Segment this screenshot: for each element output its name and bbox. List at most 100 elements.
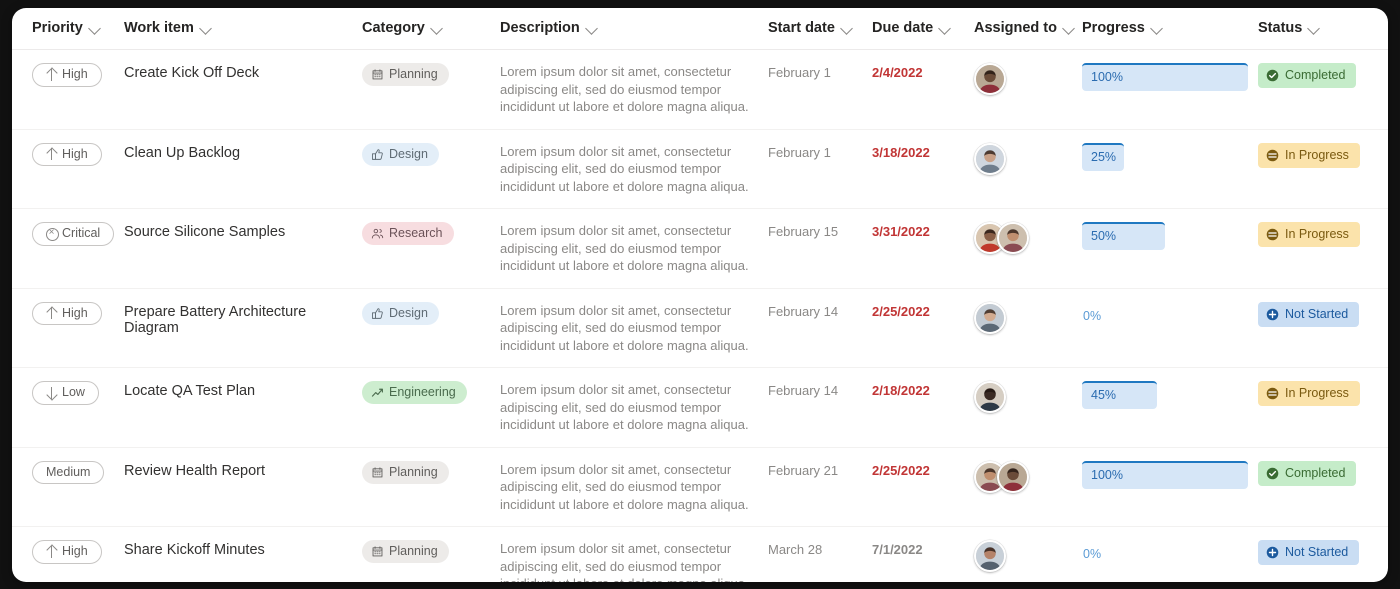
status-badge[interactable]: Not Started (1258, 540, 1359, 565)
column-header-category[interactable]: Category (362, 8, 500, 50)
cell-priority: High (12, 288, 124, 368)
category-tag[interactable]: Planning (362, 63, 449, 86)
half-circle-icon (1266, 228, 1279, 241)
table-row[interactable]: HighCreate Kick Off DeckPlanningLorem ip… (12, 50, 1388, 130)
priority-pill[interactable]: Low (32, 381, 99, 405)
column-header-wrap: Priority (32, 20, 101, 36)
progress-bar[interactable]: 45% (1082, 381, 1248, 411)
progress-bar[interactable]: 50% (1082, 222, 1248, 252)
category-tag[interactable]: Research (362, 222, 454, 245)
chevron-down-icon[interactable] (940, 23, 951, 34)
work-item-title[interactable]: Prepare Battery Architecture Diagram (124, 302, 352, 336)
progress-bar[interactable]: 100% (1082, 461, 1248, 491)
cell-start-date: February 1 (768, 50, 872, 130)
column-header-assignedto[interactable]: Assigned to (974, 8, 1082, 50)
chevron-down-icon[interactable] (90, 23, 101, 34)
cell-due-date: 2/25/2022 (872, 288, 974, 368)
category-label: Design (389, 306, 428, 321)
category-tag[interactable]: Engineering (362, 381, 467, 404)
priority-pill[interactable]: Medium (32, 461, 104, 485)
avatar-group (974, 381, 1072, 413)
progress-bar[interactable]: 0% (1082, 302, 1248, 332)
progress-label: 25% (1091, 151, 1116, 164)
avatar[interactable] (974, 302, 1006, 334)
chevron-down-icon[interactable] (1064, 23, 1075, 34)
cell-due-date: 3/18/2022 (872, 129, 974, 209)
work-item-title[interactable]: Create Kick Off Deck (124, 63, 352, 81)
avatar[interactable] (974, 381, 1006, 413)
status-badge[interactable]: In Progress (1258, 222, 1360, 247)
priority-pill[interactable]: High (32, 143, 102, 167)
column-header-startdate[interactable]: Start date (768, 8, 872, 50)
priority-label: High (62, 148, 88, 162)
priority-pill[interactable]: High (32, 540, 102, 564)
column-header-workitem[interactable]: Work item (124, 8, 362, 50)
work-item-title[interactable]: Source Silicone Samples (124, 222, 352, 240)
priority-label: Medium (46, 466, 90, 480)
work-item-title[interactable]: Review Health Report (124, 461, 352, 479)
column-header-duedate[interactable]: Due date (872, 8, 974, 50)
start-date-text: February 14 (768, 381, 862, 398)
column-header-status[interactable]: Status (1258, 8, 1388, 50)
status-badge[interactable]: Completed (1258, 461, 1356, 486)
progress-bar[interactable]: 25% (1082, 143, 1248, 173)
chevron-down-icon[interactable] (587, 23, 598, 34)
avatar[interactable] (997, 222, 1029, 254)
priority-pill[interactable]: High (32, 302, 102, 326)
work-item-title[interactable]: Share Kickoff Minutes (124, 540, 352, 558)
calendar-icon (371, 466, 384, 479)
cell-assigned-to (974, 447, 1082, 527)
due-date-text: 2/4/2022 (872, 63, 964, 80)
chevron-down-icon[interactable] (201, 23, 212, 34)
description-text: Lorem ipsum dolor sit amet, consectetur … (500, 540, 758, 582)
cell-description: Lorem ipsum dolor sit amet, consectetur … (500, 288, 768, 368)
table-row[interactable]: High Share Kickoff Minutes Planning Lorem i… (12, 527, 1388, 583)
progress-label: 100% (1091, 71, 1123, 84)
category-tag[interactable]: Planning (362, 461, 449, 484)
category-tag[interactable]: Design (362, 143, 439, 166)
cell-progress: 0% (1082, 288, 1258, 368)
cell-start-date: March 28 (768, 527, 872, 583)
status-badge[interactable]: Not Started (1258, 302, 1359, 327)
column-header-wrap: Description (500, 20, 598, 36)
avatar[interactable] (974, 63, 1006, 95)
table-row[interactable]: MediumReview Health ReportPlanningLorem … (12, 447, 1388, 527)
status-badge[interactable]: Completed (1258, 63, 1356, 88)
table-row[interactable]: High Prepare Battery Architecture Diagram… (12, 288, 1388, 368)
avatar[interactable] (974, 540, 1006, 572)
work-item-title[interactable]: Locate QA Test Plan (124, 381, 352, 399)
priority-pill[interactable]: Critical (32, 222, 114, 246)
status-badge[interactable]: In Progress (1258, 143, 1360, 168)
category-tag[interactable]: Design (362, 302, 439, 325)
table-row[interactable]: CriticalSource Silicone SamplesResearchL… (12, 209, 1388, 289)
cell-priority: High (12, 129, 124, 209)
due-date-text: 2/25/2022 (872, 302, 964, 319)
avatar[interactable] (974, 143, 1006, 175)
column-header-priority[interactable]: Priority (12, 8, 124, 50)
table-row[interactable]: HighClean Up BacklogDesignLorem ipsum do… (12, 129, 1388, 209)
start-date-text: February 15 (768, 222, 862, 239)
progress-bar[interactable]: 0% (1082, 540, 1248, 570)
start-date-text: February 1 (768, 143, 862, 160)
cell-work-item: Clean Up Backlog (124, 129, 362, 209)
avatar[interactable] (997, 461, 1029, 493)
column-header-progress[interactable]: Progress (1082, 8, 1258, 50)
chevron-down-icon[interactable] (842, 23, 853, 34)
column-header-description[interactable]: Description (500, 8, 768, 50)
table-row[interactable]: Low Locate QA Test Plan Engineering Lorem i… (12, 368, 1388, 448)
category-tag[interactable]: Planning (362, 540, 449, 563)
chevron-down-icon[interactable] (432, 23, 443, 34)
priority-pill[interactable]: High (32, 63, 102, 87)
status-badge[interactable]: In Progress (1258, 381, 1360, 406)
cell-start-date: February 14 (768, 288, 872, 368)
due-date-text: 3/18/2022 (872, 143, 964, 160)
arrow-up-icon (46, 546, 57, 558)
work-item-title[interactable]: Clean Up Backlog (124, 143, 352, 161)
chevron-down-icon[interactable] (1309, 23, 1320, 34)
start-date-text: February 14 (768, 302, 862, 319)
chevron-down-icon[interactable] (1152, 23, 1163, 34)
cell-progress: 100% (1082, 447, 1258, 527)
progress-bar[interactable]: 100% (1082, 63, 1248, 93)
progress-label: 100% (1091, 469, 1123, 482)
description-text: Lorem ipsum dolor sit amet, consectetur … (500, 381, 758, 434)
